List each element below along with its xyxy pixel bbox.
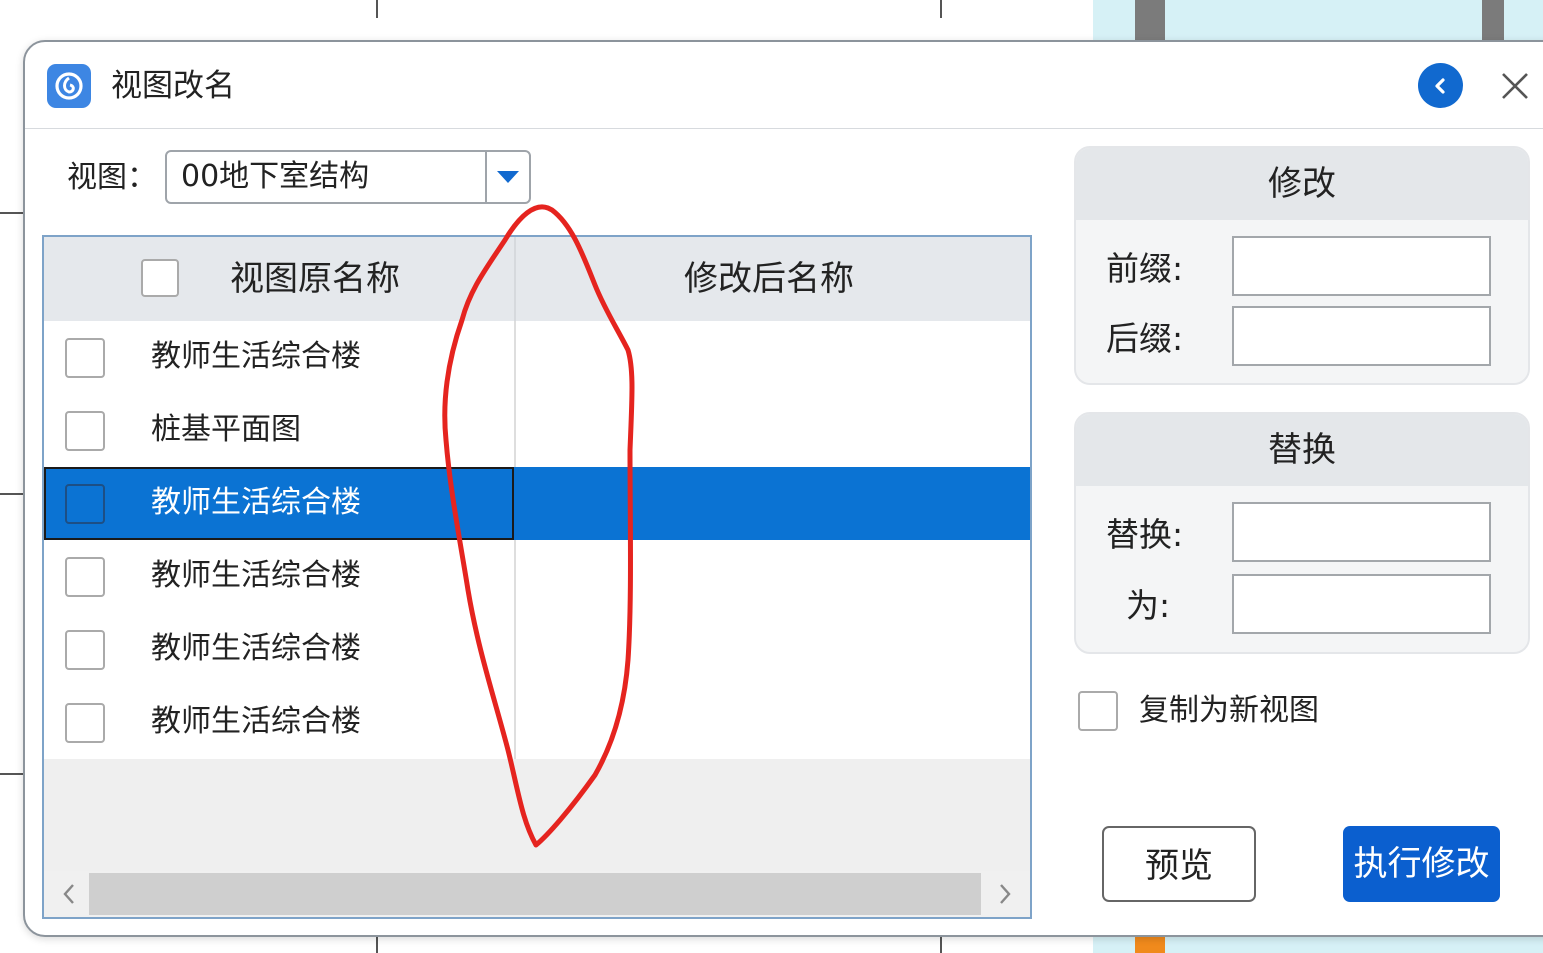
background-gridline [0, 773, 23, 775]
background-gridline [940, 935, 942, 953]
table-row[interactable]: 桩基平面图 [44, 394, 1030, 467]
column-header-original-name[interactable]: 视图原名称 [230, 255, 400, 303]
chevron-right-icon [1000, 884, 1011, 904]
horizontal-scrollbar[interactable] [44, 871, 1030, 917]
column-header-new-name[interactable]: 修改后名称 [684, 255, 854, 303]
scroll-left-button[interactable] [54, 877, 84, 911]
row-original-name: 教师生活综合楼 [151, 631, 361, 666]
row-checkbox[interactable] [65, 630, 105, 670]
row-original-name: 教师生活综合楼 [151, 339, 361, 374]
view-dropdown-value: 00地下室结构 [181, 159, 370, 194]
prefix-label: 前缀: [1106, 249, 1184, 288]
chevron-left-icon [63, 884, 74, 904]
row-divider [514, 394, 516, 467]
dialog-title: 视图改名 [111, 68, 235, 104]
prefix-input[interactable] [1232, 236, 1491, 296]
row-checkbox[interactable] [65, 338, 105, 378]
row-divider [514, 540, 516, 613]
row-divider [514, 613, 516, 686]
row-divider [514, 321, 516, 394]
table-row[interactable]: 教师生活综合楼 [44, 540, 1030, 613]
replace-label: 替换: [1106, 515, 1184, 554]
background-gridline [376, 0, 378, 18]
view-rename-table: 视图原名称 修改后名称 教师生活综合楼 桩基平面图 教师生活综合楼 教师生活综合… [42, 235, 1032, 919]
background-gridline [940, 0, 942, 18]
replace-with-input[interactable] [1232, 574, 1491, 634]
copy-as-new-view-checkbox[interactable] [1078, 691, 1118, 731]
replace-with-label: 为: [1126, 586, 1171, 625]
row-checkbox[interactable] [65, 557, 105, 597]
background-column [1135, 0, 1165, 40]
view-label: 视图： [67, 160, 157, 195]
background-gridline [376, 935, 378, 953]
close-button[interactable] [1497, 66, 1533, 106]
scrollbar-thumb[interactable] [89, 873, 981, 915]
row-original-name: 教师生活综合楼 [151, 558, 361, 593]
preview-button[interactable]: 预览 [1102, 826, 1256, 902]
replace-group-title: 替换 [1076, 414, 1528, 486]
row-divider [514, 467, 516, 540]
triangle-down-icon [497, 171, 519, 183]
table-row-selected[interactable]: 教师生活综合楼 [44, 467, 1030, 540]
dialog-titlebar: 视图改名 [25, 42, 1543, 129]
row-divider [514, 686, 516, 759]
background-gridline [0, 493, 23, 495]
row-original-name: 桩基平面图 [151, 412, 301, 447]
row-checkbox[interactable] [65, 703, 105, 743]
modify-group-title: 修改 [1076, 148, 1528, 220]
execute-rename-button[interactable]: 执行修改 [1343, 826, 1500, 902]
modify-group: 修改 前缀: 后缀: [1074, 146, 1530, 385]
table-row[interactable]: 教师生活综合楼 [44, 321, 1030, 394]
cell-focus-outline [44, 467, 514, 540]
table-body: 教师生活综合楼 桩基平面图 教师生活综合楼 教师生活综合楼 教师生活综合楼 教师… [44, 321, 1030, 759]
table-header: 视图原名称 修改后名称 [44, 237, 1030, 322]
dropdown-arrow-button[interactable] [485, 152, 529, 202]
suffix-label: 后缀: [1106, 319, 1184, 358]
replace-input[interactable] [1232, 502, 1491, 562]
close-icon [1502, 73, 1528, 99]
background-column [1482, 0, 1504, 40]
back-button[interactable] [1418, 63, 1463, 108]
row-checkbox[interactable] [65, 411, 105, 451]
app-logo-icon [47, 64, 91, 108]
column-divider[interactable] [514, 237, 516, 321]
select-all-checkbox[interactable] [141, 259, 179, 297]
copy-as-new-view-label[interactable]: 复制为新视图 [1139, 689, 1319, 733]
suffix-input[interactable] [1232, 306, 1491, 366]
table-row[interactable]: 教师生活综合楼 [44, 686, 1030, 759]
row-original-name: 教师生活综合楼 [151, 704, 361, 739]
chevron-left-icon [1434, 77, 1445, 94]
replace-group: 替换 替换: 为: [1074, 412, 1530, 654]
rename-view-dialog: 视图改名 视图： 00地下室结构 视图原名称 修改后名称 教师生活综合楼 桩基平… [23, 40, 1543, 937]
background-gridline [0, 212, 23, 214]
scroll-right-button[interactable] [990, 877, 1020, 911]
view-dropdown[interactable]: 00地下室结构 [165, 150, 531, 204]
table-row[interactable]: 教师生活综合楼 [44, 613, 1030, 686]
